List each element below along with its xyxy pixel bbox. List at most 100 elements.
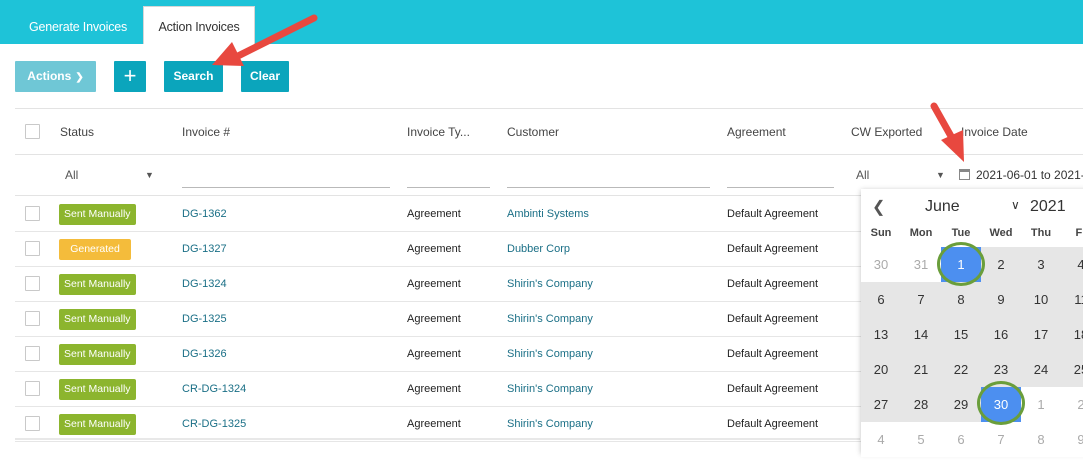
- add-button[interactable]: +: [114, 61, 146, 92]
- status-filter-value: All: [65, 168, 79, 182]
- calendar-icon: [959, 169, 970, 180]
- calendar-day-outside[interactable]: 6: [941, 422, 981, 457]
- status-badge: Sent Manually: [59, 379, 136, 400]
- customer-link[interactable]: Shirin's Company: [507, 348, 593, 360]
- clear-button[interactable]: Clear: [241, 61, 289, 92]
- column-invoice[interactable]: Invoice #: [182, 125, 230, 139]
- weekday-label: Wed: [989, 227, 1013, 239]
- calendar-day-outside[interactable]: 4: [861, 422, 901, 457]
- weekday-label: Tue: [951, 227, 971, 239]
- calendar-day-outside[interactable]: 2: [1061, 387, 1083, 422]
- status-filter-select[interactable]: All ▼: [65, 164, 155, 186]
- invoice-type: Agreement: [407, 418, 461, 430]
- invoice-number-link[interactable]: DG-1362: [182, 208, 227, 220]
- header-bar: Generate Invoices Action Invoices: [0, 0, 1083, 44]
- calendar-day[interactable]: 3: [1021, 247, 1061, 282]
- calendar-year-input[interactable]: 2021: [1030, 198, 1066, 216]
- calendar-day[interactable]: 14: [901, 317, 941, 352]
- select-all-checkbox[interactable]: [25, 124, 40, 139]
- type-filter-input[interactable]: [407, 168, 490, 188]
- calendar-day[interactable]: 18: [1061, 317, 1083, 352]
- column-status[interactable]: Status: [60, 125, 94, 139]
- calendar-day[interactable]: 27: [861, 387, 901, 422]
- actions-label: Actions: [27, 69, 72, 83]
- agreement-filter-input[interactable]: [727, 168, 834, 188]
- chevron-left-icon[interactable]: ❮: [872, 197, 885, 217]
- calendar-day[interactable]: 28: [901, 387, 941, 422]
- status-badge: Sent Manually: [59, 344, 136, 365]
- row-checkbox[interactable]: [25, 311, 40, 326]
- invoice-date-filter[interactable]: 2021-06-01 to 2021-: [959, 165, 1083, 185]
- calendar-day-outside[interactable]: 8: [1021, 422, 1061, 457]
- calendar-day[interactable]: 29: [941, 387, 981, 422]
- customer-link[interactable]: Dubber Corp: [507, 243, 570, 255]
- agreement-name: Default Agreement: [727, 278, 819, 290]
- invoice-filter-input[interactable]: [182, 168, 390, 188]
- invoice-number-link[interactable]: DG-1325: [182, 313, 227, 325]
- row-checkbox[interactable]: [25, 346, 40, 361]
- calendar-day-outside[interactable]: 5: [901, 422, 941, 457]
- calendar-day[interactable]: 15: [941, 317, 981, 352]
- cw-exported-filter-select[interactable]: All ▼: [856, 164, 946, 186]
- column-customer[interactable]: Customer: [507, 125, 559, 139]
- invoice-type: Agreement: [407, 243, 461, 255]
- column-agreement[interactable]: Agreement: [727, 125, 786, 139]
- customer-link[interactable]: Shirin's Company: [507, 278, 593, 290]
- agreement-name: Default Agreement: [727, 313, 819, 325]
- weekday-label: Mon: [909, 227, 933, 239]
- search-button[interactable]: Search: [164, 61, 223, 92]
- status-badge: Generated: [59, 239, 131, 260]
- calendar-day[interactable]: 16: [981, 317, 1021, 352]
- calendar-day[interactable]: 20: [861, 352, 901, 387]
- invoice-number-link[interactable]: CR-DG-1324: [182, 383, 246, 395]
- calendar-day[interactable]: 7: [901, 282, 941, 317]
- calendar-day[interactable]: 22: [941, 352, 981, 387]
- row-checkbox[interactable]: [25, 241, 40, 256]
- weekday-label: Thu: [1030, 227, 1052, 239]
- column-cw-exported[interactable]: CW Exported: [851, 125, 922, 139]
- actions-button[interactable]: Actions ❯: [15, 61, 96, 92]
- calendar-day-outside[interactable]: 7: [981, 422, 1021, 457]
- calendar-day-outside[interactable]: 9: [1061, 422, 1083, 457]
- calendar-day[interactable]: 9: [981, 282, 1021, 317]
- invoice-page: Generate Invoices Action Invoices Action…: [0, 0, 1083, 467]
- customer-link[interactable]: Ambinti Systems: [507, 208, 589, 220]
- row-checkbox[interactable]: [25, 276, 40, 291]
- tab-generate-invoices[interactable]: Generate Invoices: [15, 10, 141, 44]
- customer-filter-input[interactable]: [507, 168, 710, 188]
- calendar-day[interactable]: 17: [1021, 317, 1061, 352]
- customer-link[interactable]: Shirin's Company: [507, 418, 593, 430]
- calendar-day[interactable]: 21: [901, 352, 941, 387]
- calendar-header: ❮ June ∨ 2021: [861, 189, 1083, 225]
- calendar-day[interactable]: 10: [1021, 282, 1061, 317]
- invoice-number-link[interactable]: DG-1326: [182, 348, 227, 360]
- calendar-day[interactable]: 2: [981, 247, 1021, 282]
- calendar-day[interactable]: 8: [941, 282, 981, 317]
- calendar-day[interactable]: 4: [1061, 247, 1083, 282]
- row-checkbox[interactable]: [25, 381, 40, 396]
- calendar-day-outside[interactable]: 31: [901, 247, 941, 282]
- calendar-day-outside[interactable]: 30: [861, 247, 901, 282]
- calendar-month-select[interactable]: June: [925, 198, 960, 216]
- column-type[interactable]: Invoice Ty...: [407, 125, 470, 139]
- calendar-day[interactable]: 24: [1021, 352, 1061, 387]
- agreement-name: Default Agreement: [727, 418, 819, 430]
- customer-link[interactable]: Shirin's Company: [507, 313, 593, 325]
- calendar-day[interactable]: 25: [1061, 352, 1083, 387]
- row-checkbox[interactable]: [25, 416, 40, 431]
- invoice-number-link[interactable]: DG-1324: [182, 278, 227, 290]
- invoice-number-link[interactable]: CR-DG-1325: [182, 418, 246, 430]
- status-badge: Sent Manually: [59, 204, 136, 225]
- tab-action-invoices[interactable]: Action Invoices: [143, 6, 255, 44]
- chevron-down-icon[interactable]: ∨: [1011, 198, 1020, 212]
- calendar-day[interactable]: 11: [1061, 282, 1083, 317]
- column-invoice-date[interactable]: Invoice Date: [961, 125, 1028, 139]
- calendar-day[interactable]: 6: [861, 282, 901, 317]
- customer-link[interactable]: Shirin's Company: [507, 383, 593, 395]
- agreement-name: Default Agreement: [727, 243, 819, 255]
- invoice-number-link[interactable]: DG-1327: [182, 243, 227, 255]
- calendar-day[interactable]: 13: [861, 317, 901, 352]
- date-picker-popup: ❮ June ∨ 2021 SunMonTueWedThuFr303112346…: [861, 189, 1083, 457]
- calendar-day-outside[interactable]: 1: [1021, 387, 1061, 422]
- row-checkbox[interactable]: [25, 206, 40, 221]
